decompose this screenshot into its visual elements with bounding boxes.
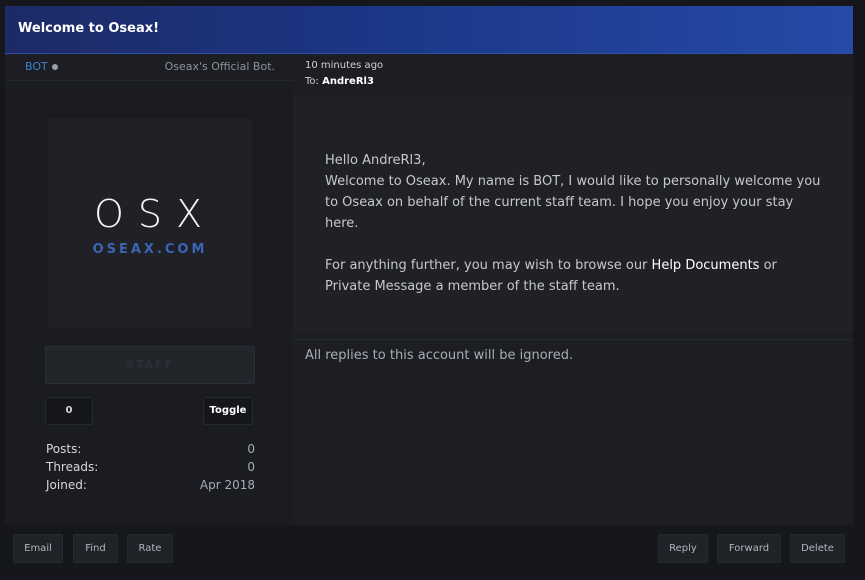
message-recipient: To: AndreRl3 (305, 76, 374, 87)
stat-row-joined: Joined: Apr 2018 (46, 478, 255, 496)
help-documents-link[interactable]: Help Documents (652, 258, 760, 273)
find-button[interactable]: Find (73, 534, 118, 563)
author-user-title: Oseax's Official Bot. (164, 60, 275, 73)
action-bar: Email Find Rate Reply Forward Delete (0, 530, 865, 568)
avatar-logo-text: OSX (93, 192, 217, 236)
recipient-label: To: (305, 76, 319, 87)
stat-label: Threads: (46, 460, 99, 474)
message-paragraph-2: For anything further, you may wish to br… (325, 255, 825, 297)
author-username-link[interactable]: BOT (25, 60, 48, 73)
author-header: BOT Oseax's Official Bot. (5, 54, 293, 81)
private-message-panel: Welcome to Oseax! BOT Oseax's Official B… (5, 6, 853, 525)
reply-button[interactable]: Reply (658, 534, 708, 563)
stat-row-posts: Posts: 0 (46, 442, 255, 460)
message-body: Hello AndreRl3, Welcome to Oseax. My nam… (325, 150, 825, 297)
stat-value: 0 (247, 460, 255, 474)
stat-value: 0 (247, 442, 255, 456)
author-stats: Posts: 0 Threads: 0 Joined: Apr 2018 (46, 442, 255, 496)
forward-button[interactable]: Forward (717, 534, 781, 563)
message-content-area: 10 minutes ago To: AndreRl3 Hello AndreR… (293, 54, 853, 525)
reputation-count[interactable]: 0 (45, 397, 93, 425)
email-button[interactable]: Email (13, 534, 63, 563)
message-subject: Welcome to Oseax! (18, 21, 160, 36)
stat-value: Apr 2018 (199, 478, 255, 492)
title-bar: Welcome to Oseax! (5, 6, 853, 54)
message-text: For anything further, you may wish to br… (325, 258, 652, 273)
message-body-box: Hello AndreRl3, Welcome to Oseax. My nam… (293, 96, 853, 332)
stat-label: Joined: (46, 478, 87, 492)
online-status-dot-icon (52, 64, 58, 70)
message-paragraph-1: Welcome to Oseax. My name is BOT, I woul… (325, 174, 821, 231)
message-timestamp: 10 minutes ago (305, 60, 384, 71)
toggle-button[interactable]: Toggle (203, 397, 253, 425)
avatar[interactable]: OSX OSEAX.COM (45, 116, 255, 331)
author-sidebar: BOT Oseax's Official Bot. OSX OSEAX.COM … (5, 54, 293, 525)
group-badge-label: STAFF (125, 358, 175, 371)
rate-button[interactable]: Rate (127, 534, 173, 563)
group-badge: STAFF (45, 346, 255, 384)
message-greeting: Hello AndreRl3, (325, 153, 426, 168)
recipient-username[interactable]: AndreRl3 (322, 76, 374, 87)
stat-label: Posts: (46, 442, 82, 456)
signature: All replies to this account will be igno… (293, 339, 853, 363)
stat-row-threads: Threads: 0 (46, 460, 255, 478)
delete-button[interactable]: Delete (790, 534, 845, 563)
avatar-logo-subtext: OSEAX.COM (92, 242, 208, 257)
